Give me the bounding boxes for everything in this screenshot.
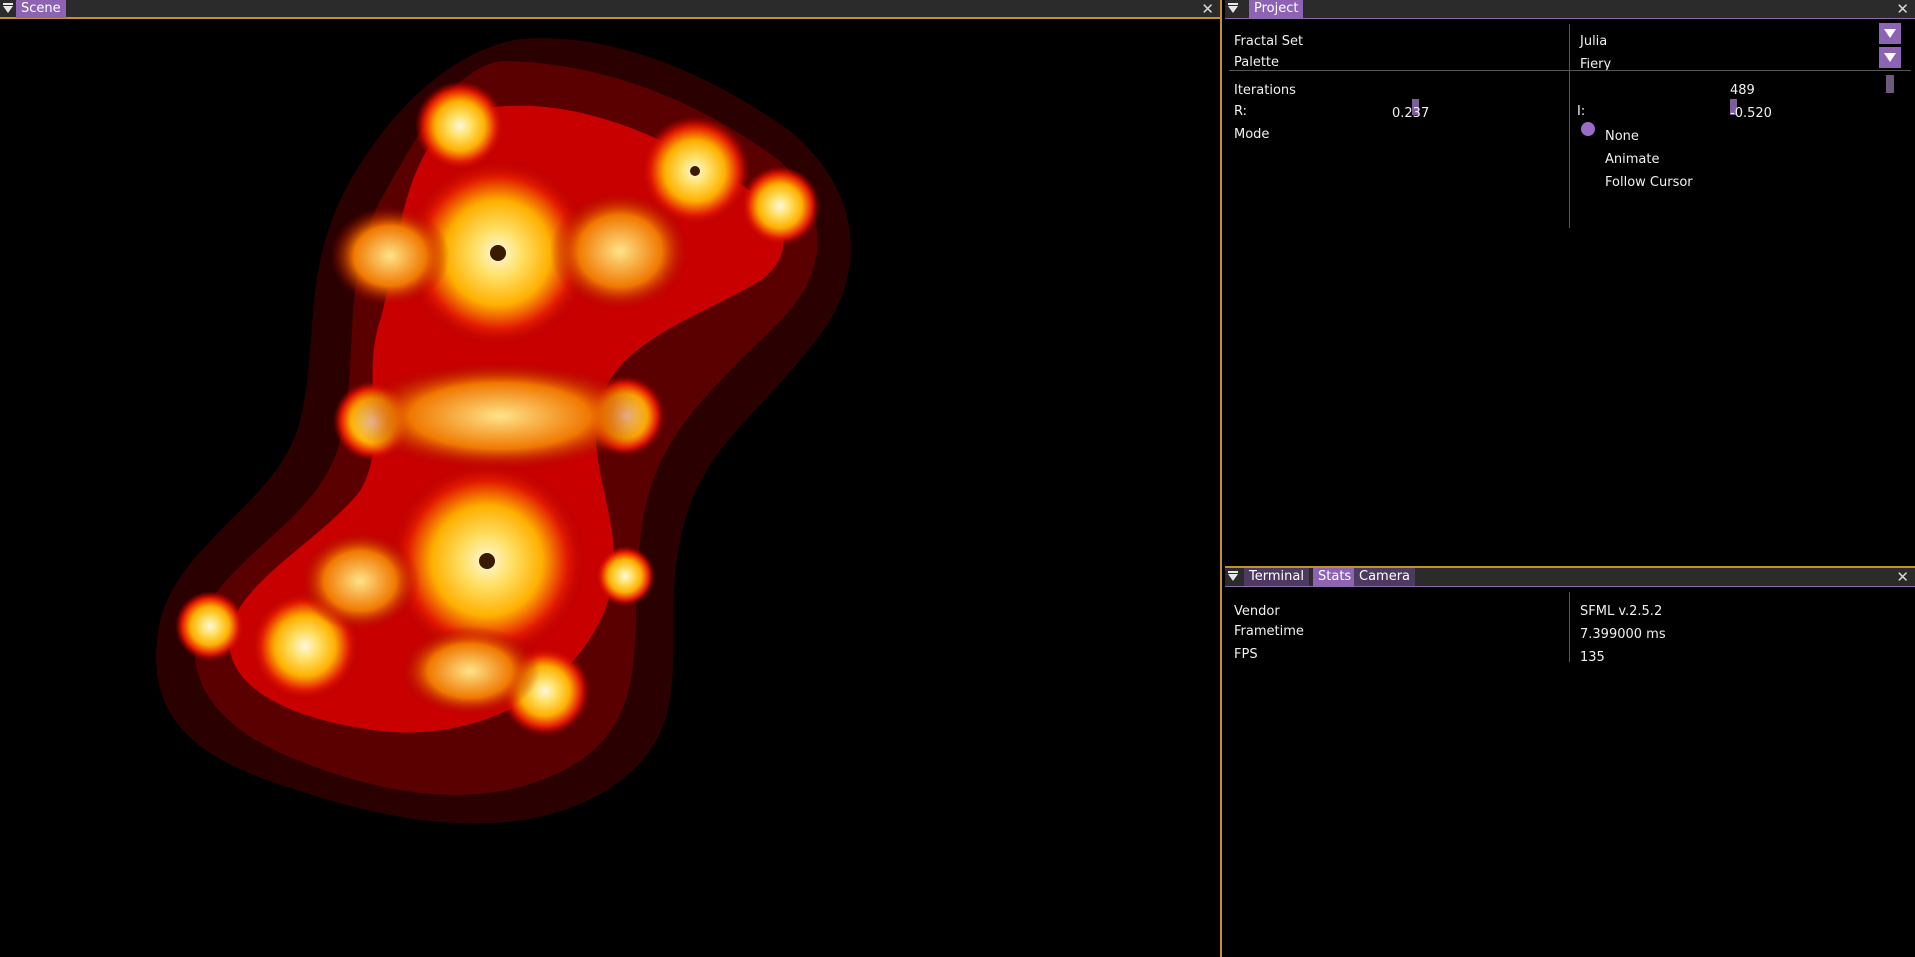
stat-label-vendor: Vendor [1234, 604, 1280, 619]
iterations-label: Iterations [1234, 83, 1296, 98]
project-window: Project ✕ Fractal Set Julia Palette Fier… [1225, 0, 1915, 565]
collapse-arrow-icon[interactable] [1228, 571, 1238, 581]
spiral-right [740, 166, 820, 246]
filament-bottom [400, 626, 540, 716]
filament-center [350, 361, 650, 471]
section-separator [1229, 70, 1911, 71]
close-icon[interactable]: ✕ [1896, 569, 1909, 585]
spiral-core-right [690, 166, 700, 176]
fractal-set-value[interactable]: Julia [1580, 34, 1607, 49]
stats-window: Terminal Stats Camera ✕ Vendor SFML v.2.… [1225, 566, 1915, 957]
stats-titlebar[interactable]: Terminal Stats Camera ✕ [1225, 568, 1915, 587]
palette-label: Palette [1234, 55, 1280, 70]
stat-label-fps: FPS [1234, 647, 1258, 662]
column-divider [1569, 592, 1570, 662]
spiral-far-left [175, 591, 245, 661]
fractal-canvas[interactable] [0, 21, 1220, 957]
iterations-slider-grab[interactable] [1886, 75, 1894, 93]
spiral-core-top [490, 245, 506, 261]
collapse-arrow-icon[interactable] [3, 3, 13, 13]
iterations-slider-value[interactable]: 489 [1730, 83, 1755, 98]
filament-lower-left [300, 531, 420, 631]
r-slider-value[interactable]: 0.237 [1392, 106, 1429, 121]
spiral-right-low [595, 546, 655, 606]
mode-option-none[interactable]: None [1605, 129, 1639, 144]
radio-selected-icon[interactable] [1581, 122, 1595, 136]
palette-dropdown-arrow-icon[interactable] [1879, 47, 1901, 68]
fractal-set-label: Fractal Set [1234, 34, 1304, 49]
filament-upper-right [550, 191, 690, 311]
mode-label: Mode [1234, 127, 1270, 142]
tab-terminal[interactable]: Terminal [1244, 568, 1309, 586]
stat-value-fps: 135 [1580, 650, 1605, 665]
filament-left [330, 206, 450, 306]
scene-window: Scene ✕ [0, 0, 1222, 957]
close-icon[interactable]: ✕ [1896, 1, 1909, 17]
tab-stats[interactable]: Stats [1313, 568, 1357, 586]
project-tab[interactable]: Project [1249, 0, 1304, 18]
stat-value-frametime: 7.399000 ms [1580, 627, 1666, 642]
spiral-top-left [415, 81, 505, 171]
mode-option-animate[interactable]: Animate [1605, 152, 1659, 167]
i-slider-value[interactable]: -0.520 [1730, 106, 1772, 121]
r-label: R: [1234, 104, 1248, 119]
stat-label-frametime: Frametime [1234, 624, 1304, 639]
stat-value-vendor: SFML v.2.5.2 [1580, 604, 1663, 619]
scene-tab[interactable]: Scene [16, 0, 66, 18]
mode-option-follow-cursor[interactable]: Follow Cursor [1605, 175, 1693, 190]
fractal-set-dropdown-arrow-icon[interactable] [1879, 23, 1901, 44]
scene-titlebar[interactable]: Scene ✕ [0, 0, 1220, 19]
i-label: I: [1577, 104, 1586, 119]
column-divider [1569, 74, 1570, 228]
spiral-core-bottom [479, 553, 495, 569]
tab-camera[interactable]: Camera [1354, 568, 1416, 586]
close-icon[interactable]: ✕ [1201, 1, 1214, 17]
collapse-arrow-icon[interactable] [1228, 3, 1238, 13]
project-titlebar[interactable]: Project ✕ [1225, 0, 1915, 19]
